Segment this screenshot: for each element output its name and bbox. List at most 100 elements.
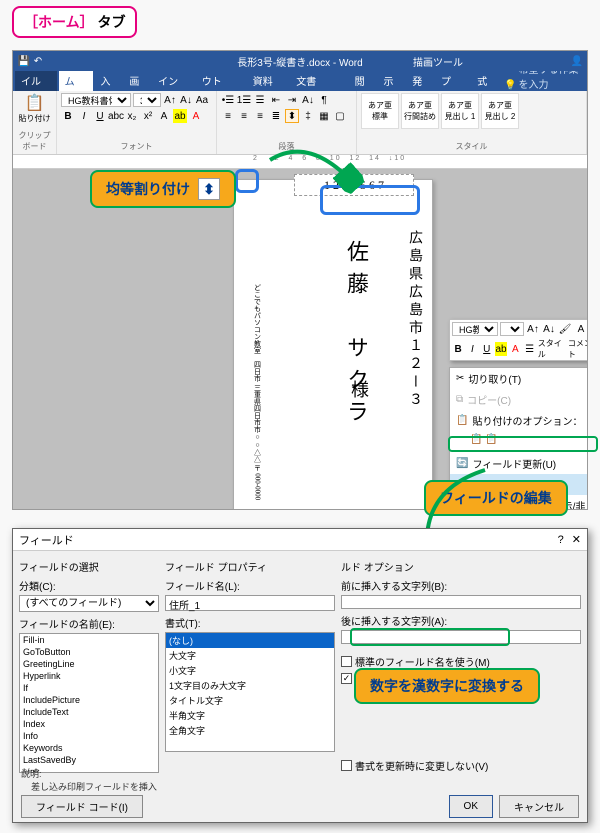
format-item[interactable]: 全角文字	[166, 723, 334, 738]
mini-bullets-icon[interactable]: ☰	[523, 342, 535, 356]
dialog-help-icon[interactable]: ?	[558, 534, 564, 546]
dlg-col-select: フィールドの選択 分類(C): (すべてのフィールド) フィールドの名前(E):…	[19, 557, 159, 773]
sort-icon[interactable]: A↓	[301, 93, 315, 107]
style-normal[interactable]: あア亜標準	[361, 93, 399, 129]
multilevel-icon[interactable]: ☰	[253, 93, 267, 107]
strike-icon[interactable]: abc	[109, 109, 123, 123]
ctx-paste-icons[interactable]: 📋 📋	[450, 431, 587, 448]
before-input[interactable]	[341, 595, 581, 609]
chk-noupdate[interactable]: 書式を更新時に変更しない(V)	[341, 758, 581, 773]
distribute-icon[interactable]: ⬍	[285, 109, 299, 123]
field-item[interactable]: Index	[20, 718, 158, 730]
ctx-paste-options: 📋貼り付けのオプション：	[450, 410, 587, 431]
titlebar: 💾 ↶ 長形3号-縦書き.docx - Word 描画ツール 👤	[13, 51, 587, 71]
italic-icon[interactable]: I	[77, 109, 91, 123]
field-item[interactable]: GreetingLine	[20, 658, 158, 670]
chkbox-standard[interactable]	[341, 656, 352, 667]
field-item[interactable]: IncludeText	[20, 706, 158, 718]
font-name-select[interactable]: HG教科書体	[61, 93, 131, 107]
mini-format-painter-icon[interactable]: 🖌	[558, 322, 572, 336]
bullets-icon[interactable]: •☰	[221, 93, 235, 107]
group-font: HG教科書体 36 A↑ A↓ Aa B I U abc x₂ x² A ab …	[57, 91, 217, 154]
style-h2[interactable]: あア亜見出し 2	[481, 93, 519, 129]
dialog-close-icon[interactable]: ✕	[572, 533, 581, 546]
mini-underline-icon[interactable]: U	[481, 342, 493, 356]
group-paragraph: •☰ 1☰ ☰ ⇤ ⇥ A↓ ¶ ≡ ≡ ≡ ≣ ⬍ ‡ ▦ ▢	[217, 91, 357, 154]
field-item[interactable]: Keywords	[20, 742, 158, 754]
mini-bold-icon[interactable]: B	[452, 342, 464, 356]
format-listbox[interactable]: (なし)大文字小文字1文字目のみ大文字タイトル文字半角文字全角文字	[165, 632, 335, 752]
paste-icon[interactable]: 📋	[17, 93, 52, 113]
shrink-font-icon[interactable]: A↓	[179, 93, 193, 107]
chkbox-noupdate[interactable]	[341, 760, 352, 771]
field-item[interactable]: Fill-in	[20, 634, 158, 646]
after-input[interactable]	[341, 630, 581, 644]
mini-toolbar[interactable]: HG教科書 36 A↑ A↓ 🖌 A B I U ab A ☰ スタイル コメン…	[449, 319, 587, 361]
qat-undo-icon[interactable]: ↶	[31, 54, 45, 68]
mini-font[interactable]: HG教科書	[452, 322, 498, 336]
qat-save-icon[interactable]: 💾	[17, 54, 31, 68]
format-item[interactable]: 小文字	[166, 663, 334, 678]
show-marks-icon[interactable]: ¶	[317, 93, 331, 107]
align-left-icon[interactable]: ≡	[221, 109, 235, 123]
highlight-icon[interactable]: ab	[173, 109, 187, 123]
sub-icon[interactable]: x₂	[125, 109, 139, 123]
text-effects-icon[interactable]: A	[157, 109, 171, 123]
recipient-name: 佐藤 サクラ	[340, 240, 372, 432]
field-item[interactable]: Hyperlink	[20, 670, 158, 682]
dialog-titlebar: フィールド ? ✕	[13, 529, 587, 551]
ctx-update-field[interactable]: 🔄フィールド更新(U)	[450, 453, 587, 474]
borders-icon[interactable]: ▢	[333, 109, 347, 123]
font-size-select[interactable]: 36	[133, 93, 161, 107]
format-item[interactable]: タイトル文字	[166, 693, 334, 708]
underline-icon[interactable]: U	[93, 109, 107, 123]
mini-styles-icon[interactable]: A	[574, 322, 587, 336]
format-item[interactable]: (なし)	[166, 633, 334, 648]
inc-indent-icon[interactable]: ⇥	[285, 93, 299, 107]
mini-grow-icon[interactable]: A↑	[526, 322, 540, 336]
field-item[interactable]: Info	[20, 730, 158, 742]
cancel-button[interactable]: キャンセル	[499, 795, 579, 818]
mini-styles-label[interactable]: スタイル	[538, 338, 566, 360]
mini-highlight-icon[interactable]: ab	[495, 342, 507, 356]
field-listbox[interactable]: Fill-inGoToButtonGreetingLineHyperlinkIf…	[19, 633, 159, 773]
paste-label[interactable]: 貼り付け	[17, 113, 52, 124]
bold-icon[interactable]: B	[61, 109, 75, 123]
chk-standard[interactable]: 標準のフィールド名を使う(M)	[341, 654, 581, 669]
format-item[interactable]: 1文字目のみ大文字	[166, 678, 334, 693]
mini-italic-icon[interactable]: I	[466, 342, 478, 356]
field-item[interactable]: If	[20, 682, 158, 694]
justify-icon[interactable]: ≣	[269, 109, 283, 123]
mini-shrink-icon[interactable]: A↓	[542, 322, 556, 336]
field-item[interactable]: GoToButton	[20, 646, 158, 658]
document-area[interactable]: 1 2 3 4 5 6 7 広島県広島市１２ー３ 佐藤 サクラ 様 どこでもパソ…	[13, 169, 587, 509]
category-select[interactable]: (すべてのフィールド)	[19, 595, 159, 612]
field-item[interactable]: LastSavedBy	[20, 754, 158, 766]
mini-fontcolor-icon[interactable]: A	[509, 342, 521, 356]
user-icon[interactable]: 👤	[571, 56, 583, 67]
style-h1[interactable]: あア亜見出し 1	[441, 93, 479, 129]
format-item[interactable]: 大文字	[166, 648, 334, 663]
clear-format-icon[interactable]: Aa	[195, 93, 209, 107]
chkbox-kanji[interactable]: ✓	[341, 673, 352, 684]
shading-icon[interactable]: ▦	[317, 109, 331, 123]
mini-size[interactable]: 36	[500, 322, 524, 336]
numbering-icon[interactable]: 1☰	[237, 93, 251, 107]
align-center-icon[interactable]: ≡	[237, 109, 251, 123]
ok-button[interactable]: OK	[449, 795, 493, 818]
dlg-col-props: フィールド プロパティ フィールド名(L): 住所_1 書式(T): (なし)大…	[165, 557, 335, 773]
field-item[interactable]: IncludePicture	[20, 694, 158, 706]
format-item[interactable]: 半角文字	[166, 708, 334, 723]
mini-comment-label[interactable]: コメント	[568, 338, 587, 360]
align-right-icon[interactable]: ≡	[253, 109, 267, 123]
field-codes-button[interactable]: フィールド コード(I)	[21, 795, 143, 818]
fieldname-value[interactable]: 住所_1	[165, 595, 335, 611]
font-color-icon[interactable]: A	[189, 109, 203, 123]
sup-icon[interactable]: x²	[141, 109, 155, 123]
style-nospacing[interactable]: あア亜行間詰め	[401, 93, 439, 129]
callout-distribute: 均等割り付け ⬍	[90, 170, 236, 208]
line-spacing-icon[interactable]: ‡	[301, 109, 315, 123]
dec-indent-icon[interactable]: ⇤	[269, 93, 283, 107]
ctx-cut[interactable]: ✂切り取り(T)	[450, 368, 587, 389]
grow-font-icon[interactable]: A↑	[163, 93, 177, 107]
